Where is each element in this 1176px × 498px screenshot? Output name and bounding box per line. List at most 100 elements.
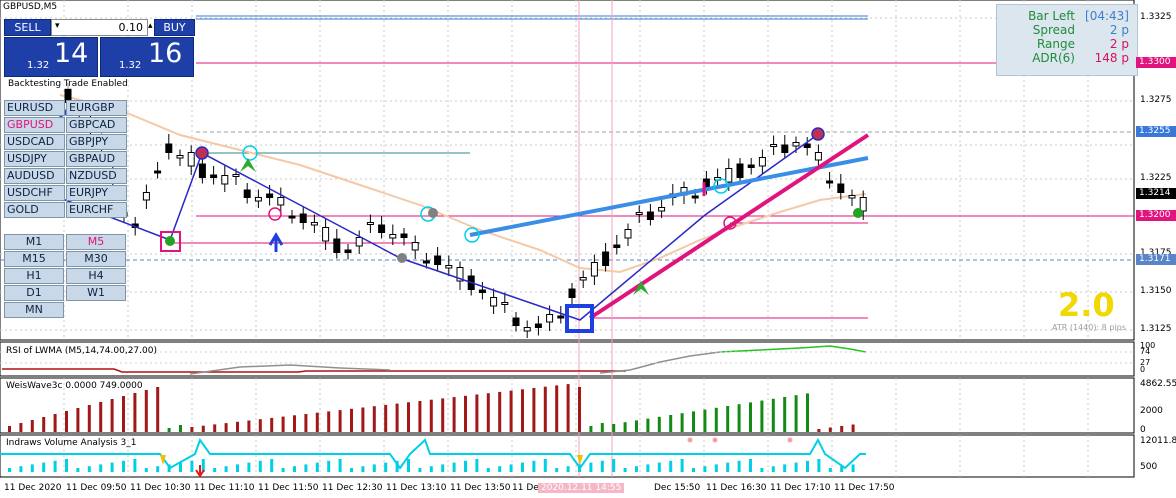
volume-bar: [851, 464, 855, 472]
weis-bar: [338, 410, 342, 432]
timeframe-button-m30[interactable]: M30: [66, 251, 126, 267]
candle-body: [501, 302, 509, 305]
pivot-marker: [268, 207, 282, 221]
timeframe-button-m5[interactable]: M5: [66, 234, 126, 250]
weis-bar: [133, 393, 137, 432]
symbol-button-eurusd[interactable]: EURUSD: [4, 100, 65, 116]
lot-decrease-icon[interactable]: ▾: [55, 21, 60, 31]
timeframe-button-w1[interactable]: W1: [66, 285, 126, 301]
time-tick-label: 11 Dec 12:30: [322, 483, 383, 493]
volume-bar: [783, 464, 787, 472]
buy-button[interactable]: BUY: [154, 19, 195, 36]
symbol-button-eurgbp[interactable]: EURGBP: [66, 100, 127, 116]
lot-size-field[interactable]: ▾ 0.10: [51, 19, 148, 36]
symbol-button-audusd[interactable]: AUDUSD: [4, 168, 65, 184]
weis-bar: [110, 399, 114, 432]
candle-body: [355, 237, 363, 247]
time-tick-label: 11 Dec 13:10: [386, 483, 447, 493]
symbol-button-usdchf[interactable]: USDCHF: [4, 185, 65, 201]
swing-high-marker: [195, 146, 209, 160]
timeframe-button-m1[interactable]: M1: [4, 234, 64, 250]
weis-bar: [612, 424, 616, 432]
weis-bar: [87, 405, 91, 432]
weis-bar: [635, 420, 638, 432]
candle-body: [859, 197, 867, 212]
swing-low-marker: [397, 253, 407, 263]
price-tag-label: 1.3255: [1136, 126, 1176, 137]
candle-body: [478, 289, 486, 293]
volume-bar: [304, 464, 308, 472]
weis-bar: [669, 415, 673, 432]
candle-body: [770, 144, 778, 147]
symbol-button-gbpusd[interactable]: GBPUSD: [4, 117, 65, 133]
volume-bar: [543, 459, 547, 472]
range-value: 2 p: [1109, 37, 1129, 51]
volume-bar: [555, 468, 559, 472]
bar-left-value: [04:43]: [1085, 9, 1129, 23]
price-tick-label: 1.3125: [1140, 324, 1172, 334]
weis-bar: [817, 429, 821, 432]
weis-bar: [201, 425, 205, 432]
volume-bar: [521, 462, 524, 472]
sell-price-button[interactable]: 1.32 14: [4, 37, 98, 77]
weis-bar: [452, 397, 456, 432]
chart-window: GBPUSD,M5 SELL ▾ 0.10 ▴ BUY 1.32 14 1.32…: [0, 0, 1176, 498]
volume-bar: [669, 460, 673, 472]
candle-body: [310, 222, 318, 226]
candle-body: [590, 262, 598, 277]
sell-price-prefix: 1.32: [27, 60, 50, 71]
symbol-button-nzdusd[interactable]: NZDUSD: [66, 168, 127, 184]
weis-bar: [692, 411, 695, 432]
timeframe-button-mn[interactable]: MN: [4, 302, 64, 318]
symbol-button-gbpaud[interactable]: GBPAUD: [66, 151, 127, 167]
weis-bar: [65, 411, 68, 432]
volume-bar: [600, 460, 604, 472]
timeframe-button-d1[interactable]: D1: [4, 285, 64, 301]
symbol-button-eurchf[interactable]: EURCHF: [66, 202, 127, 218]
buy-price-button[interactable]: 1.32 16: [100, 37, 194, 77]
sell-button[interactable]: SELL: [4, 19, 51, 36]
symbol-button-gbpcad[interactable]: GBPCAD: [66, 117, 127, 133]
volume-panel-title: Indraws Volume Analysis 3_1: [6, 438, 137, 448]
bar-left-label: Bar Left: [1028, 9, 1075, 23]
candle-body: [277, 197, 285, 206]
symbol-button-gold[interactable]: GOLD: [4, 202, 65, 218]
rsi-tick-label: 0: [1140, 365, 1146, 374]
volume-bar: [338, 459, 342, 472]
symbol-button-usdcad[interactable]: USDCAD: [4, 134, 65, 150]
timeframe-button-h1[interactable]: H1: [4, 268, 64, 284]
candle-body: [299, 213, 307, 223]
volume-bar: [213, 468, 217, 472]
timeframe-button-h4[interactable]: H4: [66, 268, 126, 284]
symbol-button-usdjpy[interactable]: USDJPY: [4, 151, 65, 167]
candle-body: [176, 155, 184, 159]
weis-bar: [190, 427, 194, 432]
weis-bar: [806, 393, 809, 432]
volume-bar: [441, 464, 445, 472]
atr-caption: ATR (1440): 8 pips: [1052, 323, 1126, 332]
candle-body: [736, 163, 744, 178]
weis-bar: [361, 407, 365, 432]
range-label: Range: [1036, 37, 1075, 51]
time-tick-label: 11 Dec 11:10: [194, 483, 255, 493]
weis-bar: [213, 424, 217, 432]
weis-bar: [236, 421, 239, 432]
timeframe-button-m15[interactable]: M15: [4, 251, 64, 267]
info-box: Bar Left [04:43] Spread 2 p Range 2 p AD…: [996, 4, 1138, 76]
symbol-button-gbpjpy[interactable]: GBPJPY: [66, 134, 127, 150]
weis-bar: [122, 396, 125, 432]
spread-value: 2 p: [1109, 23, 1129, 37]
volume-bar: [281, 468, 285, 472]
volume-bar: [737, 460, 741, 472]
symbol-button-eurjpy[interactable]: EURJPY: [66, 185, 127, 201]
volume-bar: [270, 459, 274, 472]
price-tag-label: 1.3200: [1136, 210, 1176, 221]
candle-body: [490, 297, 498, 307]
weis-bar: [749, 402, 752, 432]
volume-bar: [589, 462, 593, 472]
time-tick-label: 11 Dec 16:30: [706, 483, 767, 493]
adr-value: 148 p: [1094, 51, 1129, 65]
weis-bar: [578, 387, 581, 432]
volume-bar: [429, 466, 433, 472]
price-tick-label: 1.3325: [1140, 12, 1172, 22]
